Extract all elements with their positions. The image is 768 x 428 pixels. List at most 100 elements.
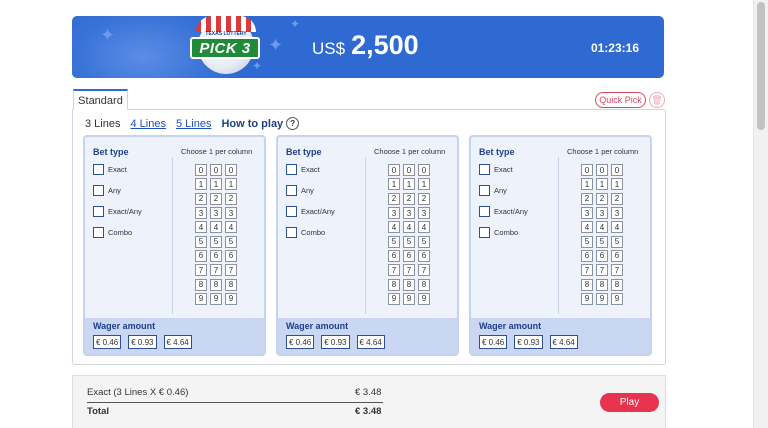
digit-box[interactable]: 3 xyxy=(418,207,430,220)
digit-box[interactable]: 7 xyxy=(418,264,430,277)
lines-option-5[interactable]: 5 Lines xyxy=(176,118,211,130)
digit-box[interactable]: 9 xyxy=(581,292,593,305)
digit-box[interactable]: 6 xyxy=(581,249,593,262)
digit-box[interactable]: 0 xyxy=(418,164,430,177)
digit-box[interactable]: 7 xyxy=(225,264,237,277)
digit-box[interactable]: 8 xyxy=(403,278,415,291)
digit-box[interactable]: 3 xyxy=(403,207,415,220)
wager-option-button[interactable]: € 0.46 xyxy=(479,335,508,349)
digit-box[interactable]: 8 xyxy=(596,278,608,291)
bet-option-checkbox[interactable] xyxy=(286,206,297,217)
digit-box[interactable]: 0 xyxy=(388,164,400,177)
play-button[interactable]: Play xyxy=(600,393,659,412)
digit-box[interactable]: 1 xyxy=(403,178,415,191)
digit-box[interactable]: 5 xyxy=(195,235,207,248)
digit-box[interactable]: 6 xyxy=(418,249,430,262)
digit-box[interactable]: 9 xyxy=(403,292,415,305)
digit-box[interactable]: 6 xyxy=(403,249,415,262)
digit-box[interactable]: 9 xyxy=(388,292,400,305)
digit-box[interactable]: 1 xyxy=(611,178,623,191)
bet-option-exact[interactable]: Exact xyxy=(286,164,320,175)
bet-option-any[interactable]: Any xyxy=(286,185,314,196)
digit-box[interactable]: 1 xyxy=(210,178,222,191)
digit-box[interactable]: 3 xyxy=(596,207,608,220)
digit-box[interactable]: 8 xyxy=(611,278,623,291)
bet-option-combo[interactable]: Combo xyxy=(286,227,325,238)
digit-box[interactable]: 4 xyxy=(210,221,222,234)
digit-box[interactable]: 2 xyxy=(195,192,207,205)
page-scrollbar[interactable] xyxy=(753,0,768,428)
bet-option-exact[interactable]: Exact xyxy=(479,164,513,175)
bet-option-checkbox[interactable] xyxy=(479,227,490,238)
digit-box[interactable]: 4 xyxy=(195,221,207,234)
bet-option-combo[interactable]: Combo xyxy=(93,227,132,238)
digit-box[interactable]: 5 xyxy=(225,235,237,248)
digit-box[interactable]: 1 xyxy=(195,178,207,191)
digit-box[interactable]: 2 xyxy=(596,192,608,205)
digit-box[interactable]: 3 xyxy=(195,207,207,220)
digit-box[interactable]: 5 xyxy=(596,235,608,248)
bet-option-checkbox[interactable] xyxy=(286,185,297,196)
digit-box[interactable]: 4 xyxy=(611,221,623,234)
digit-box[interactable]: 6 xyxy=(596,249,608,262)
digit-box[interactable]: 3 xyxy=(225,207,237,220)
wager-option-button[interactable]: € 0.93 xyxy=(128,335,157,349)
digit-box[interactable]: 6 xyxy=(225,249,237,262)
digit-box[interactable]: 3 xyxy=(581,207,593,220)
wager-option-button[interactable]: € 4.64 xyxy=(549,335,578,349)
digit-box[interactable]: 7 xyxy=(388,264,400,277)
digit-box[interactable]: 4 xyxy=(388,221,400,234)
digit-box[interactable]: 9 xyxy=(195,292,207,305)
digit-box[interactable]: 5 xyxy=(210,235,222,248)
digit-box[interactable]: 6 xyxy=(611,249,623,262)
digit-box[interactable]: 9 xyxy=(225,292,237,305)
digit-box[interactable]: 0 xyxy=(403,164,415,177)
digit-box[interactable]: 0 xyxy=(596,164,608,177)
digit-box[interactable]: 4 xyxy=(403,221,415,234)
digit-box[interactable]: 5 xyxy=(581,235,593,248)
digit-box[interactable]: 2 xyxy=(210,192,222,205)
digit-box[interactable]: 9 xyxy=(210,292,222,305)
bet-option-checkbox[interactable] xyxy=(93,185,104,196)
digit-box[interactable]: 0 xyxy=(210,164,222,177)
digit-box[interactable]: 2 xyxy=(225,192,237,205)
digit-box[interactable]: 4 xyxy=(596,221,608,234)
digit-box[interactable]: 4 xyxy=(225,221,237,234)
digit-box[interactable]: 7 xyxy=(581,264,593,277)
bet-option-checkbox[interactable] xyxy=(479,206,490,217)
digit-box[interactable]: 0 xyxy=(611,164,623,177)
digit-box[interactable]: 7 xyxy=(611,264,623,277)
digit-box[interactable]: 3 xyxy=(611,207,623,220)
digit-box[interactable]: 2 xyxy=(581,192,593,205)
digit-box[interactable]: 9 xyxy=(418,292,430,305)
digit-box[interactable]: 1 xyxy=(596,178,608,191)
digit-box[interactable]: 3 xyxy=(210,207,222,220)
digit-box[interactable]: 6 xyxy=(388,249,400,262)
bet-option-exact-any[interactable]: Exact/Any xyxy=(286,206,335,217)
digit-box[interactable]: 2 xyxy=(403,192,415,205)
bet-option-checkbox[interactable] xyxy=(93,206,104,217)
digit-box[interactable]: 1 xyxy=(388,178,400,191)
digit-box[interactable]: 3 xyxy=(388,207,400,220)
scrollbar-thumb[interactable] xyxy=(757,2,765,130)
wager-option-button[interactable]: € 0.93 xyxy=(321,335,350,349)
digit-box[interactable]: 7 xyxy=(210,264,222,277)
digit-box[interactable]: 6 xyxy=(195,249,207,262)
bet-option-any[interactable]: Any xyxy=(479,185,507,196)
bet-option-checkbox[interactable] xyxy=(93,227,104,238)
digit-box[interactable]: 4 xyxy=(418,221,430,234)
digit-box[interactable]: 9 xyxy=(596,292,608,305)
bet-option-checkbox[interactable] xyxy=(286,227,297,238)
digit-box[interactable]: 7 xyxy=(403,264,415,277)
digit-box[interactable]: 7 xyxy=(195,264,207,277)
bet-option-exact[interactable]: Exact xyxy=(93,164,127,175)
how-to-play-link[interactable]: How to play ? xyxy=(221,117,300,130)
wager-option-button[interactable]: € 4.64 xyxy=(356,335,385,349)
digit-box[interactable]: 4 xyxy=(581,221,593,234)
clear-all-button[interactable]: 🗑 xyxy=(649,92,665,108)
lines-option-4[interactable]: 4 Lines xyxy=(130,118,165,130)
bet-option-exact-any[interactable]: Exact/Any xyxy=(93,206,142,217)
wager-option-button[interactable]: € 0.46 xyxy=(286,335,315,349)
digit-box[interactable]: 8 xyxy=(388,278,400,291)
digit-box[interactable]: 8 xyxy=(225,278,237,291)
